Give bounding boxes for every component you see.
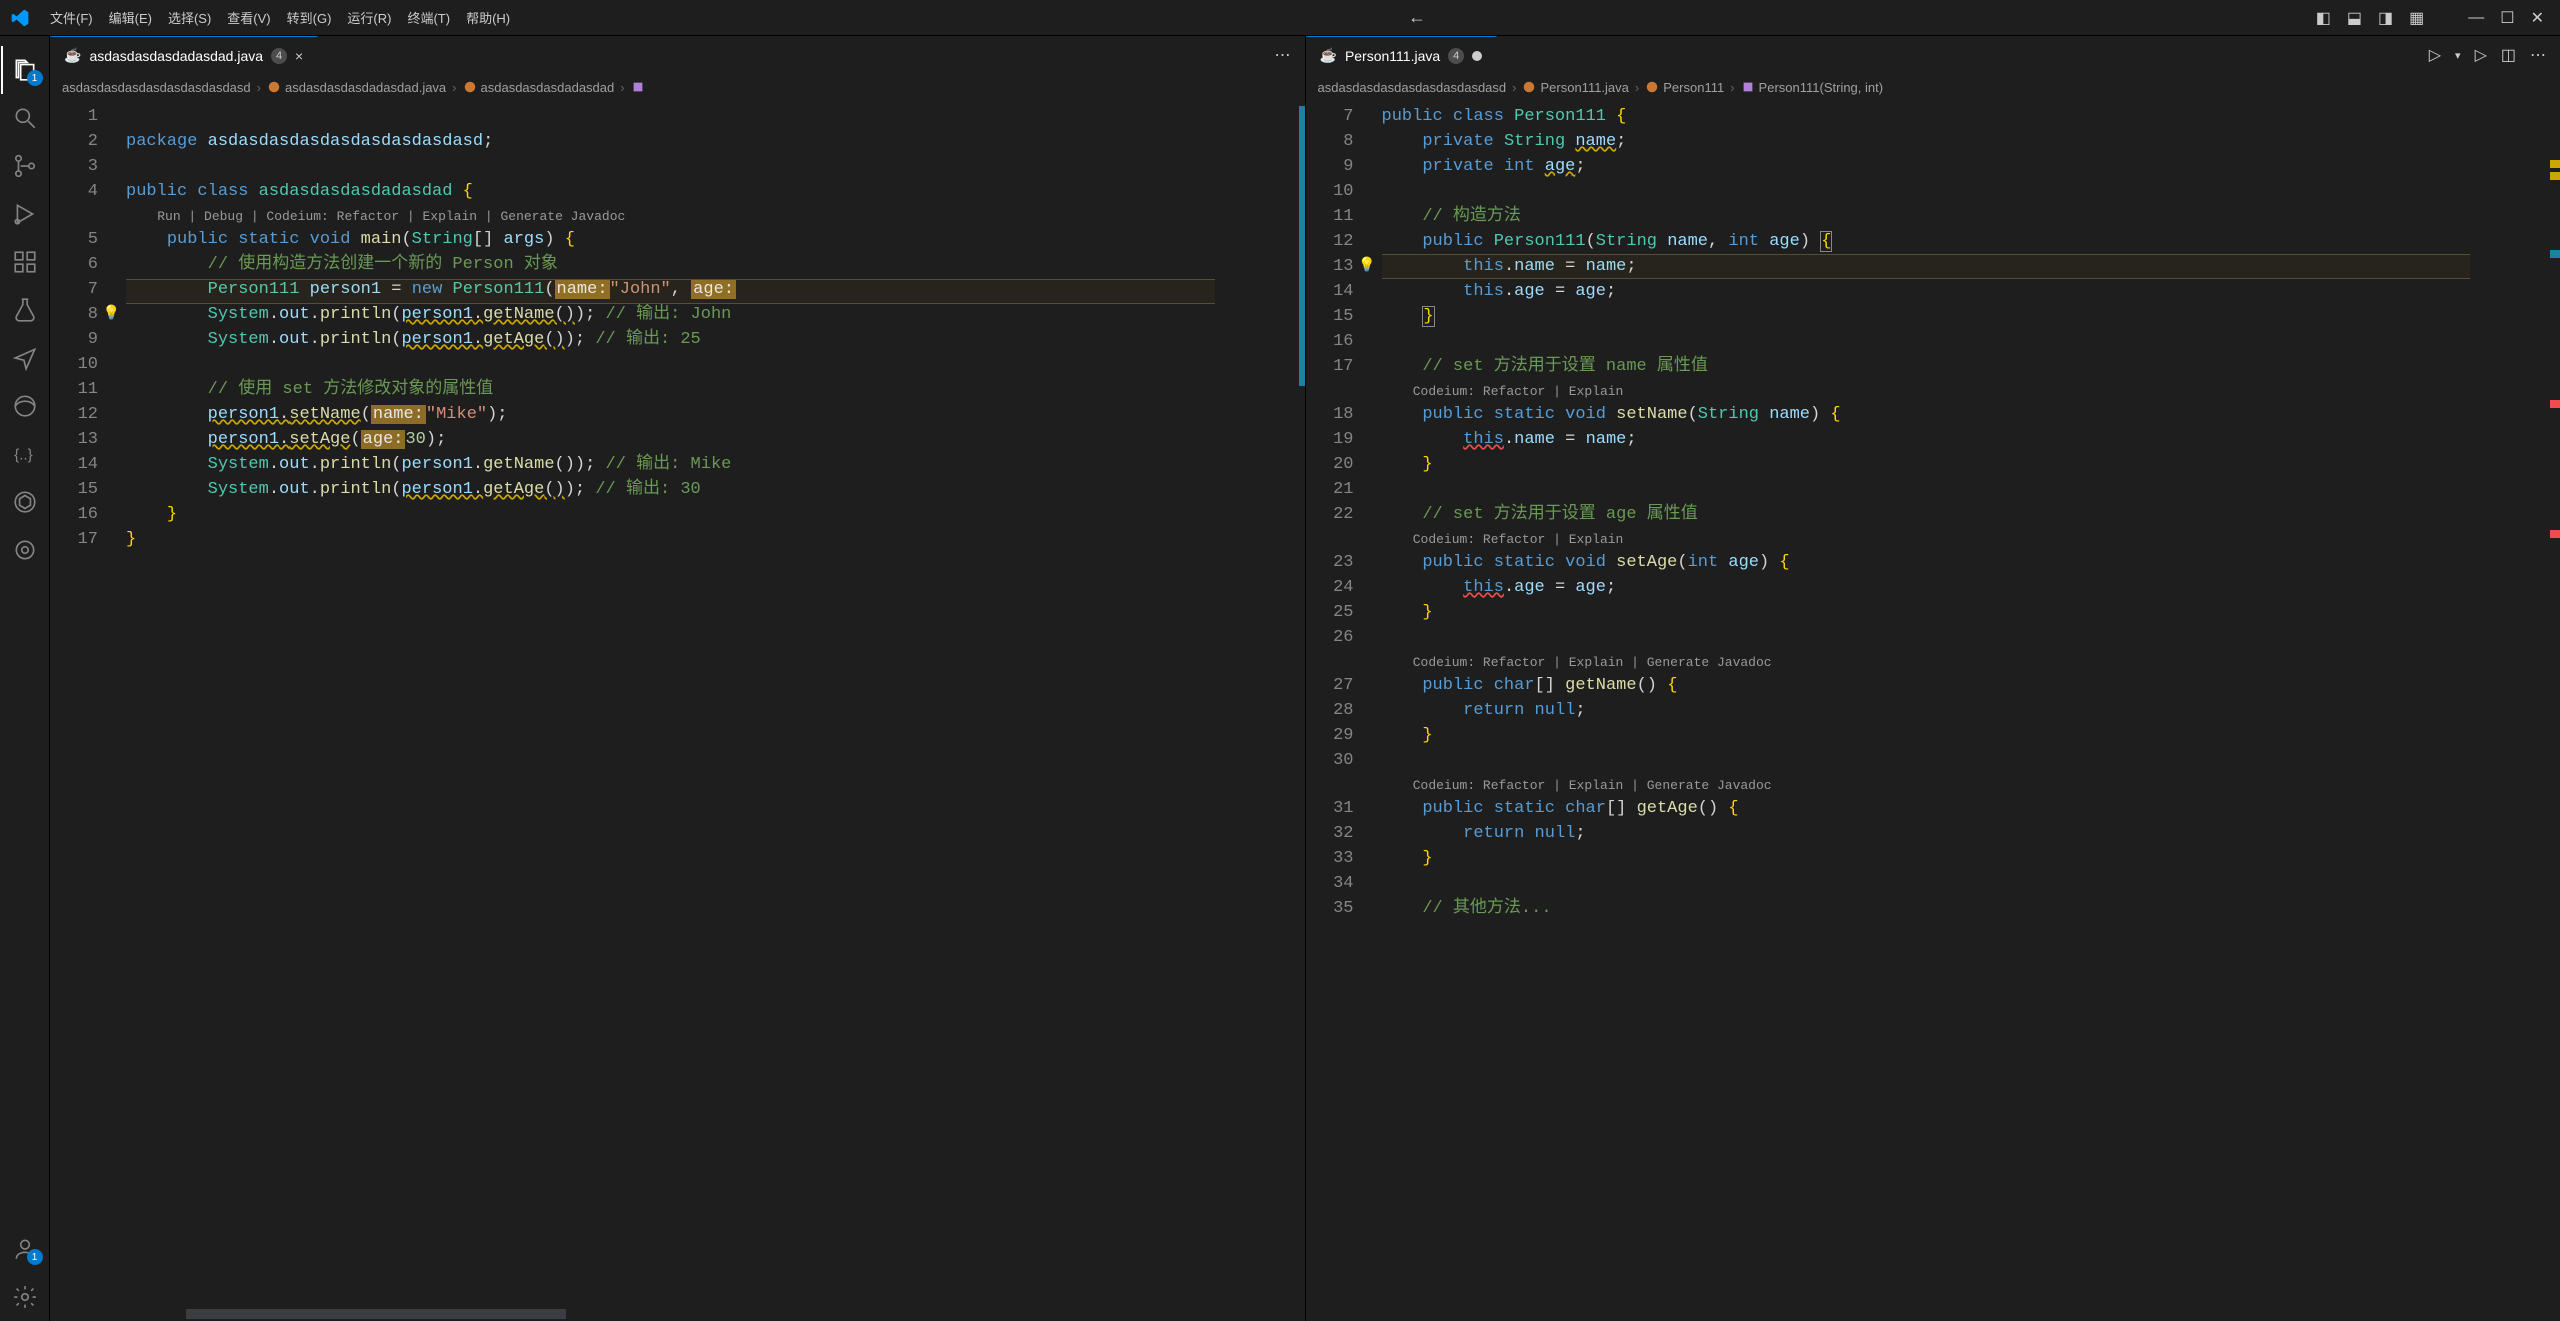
tab-problem-count: 4 (271, 48, 287, 64)
java-file-icon: ☕ (64, 47, 81, 64)
nav-back-icon[interactable]: ← (1388, 7, 1446, 28)
tab-label: asdasdasdasdadasdad.java (89, 48, 263, 64)
crumb-file[interactable]: Person111.java (1522, 80, 1628, 95)
svg-text:{..}: {..} (14, 446, 33, 463)
activity-extensions[interactable] (1, 238, 49, 286)
codelens-codeium[interactable]: Codeium: Refactor | Explain (1413, 384, 1624, 399)
tab-problem-count: 4 (1448, 48, 1464, 64)
layout-customize-icon[interactable]: ▦ (2409, 8, 2424, 28)
activity-explorer[interactable]: 1 (1, 46, 49, 94)
crumb-folder[interactable]: asdasdasdasdasdasdasdasdasd (1318, 80, 1507, 95)
menu-help[interactable]: 帮助(H) (458, 0, 518, 35)
title-bar: 文件(F) 编辑(E) 选择(S) 查看(V) 转到(G) 运行(R) 终端(T… (0, 0, 2560, 36)
crumb-class[interactable]: Person111 (1645, 80, 1724, 95)
crumb-file[interactable]: asdasdasdasdadasdad.java (267, 80, 446, 95)
vscode-logo-icon (8, 6, 32, 30)
chevron-down-icon[interactable]: ▾ (2455, 49, 2461, 62)
layout-panel-right-icon[interactable]: ◨ (2378, 8, 2393, 28)
menu-select[interactable]: 选择(S) (160, 0, 219, 35)
split-editor-icon[interactable]: ◫ (2501, 45, 2516, 65)
activity-source-control[interactable] (1, 142, 49, 190)
code-left[interactable]: package asdasdasdasdasdasdasdasdasd; pub… (126, 100, 1215, 1321)
crumb-class[interactable]: asdasdasdasdadasdad (463, 80, 615, 95)
codelens-codeium[interactable]: Codeium: Refactor | Explain | Generate J… (1413, 778, 1772, 793)
editor-right[interactable]: 78910 11121314 151617 18192021 22 232425… (1306, 100, 2560, 1321)
codelens-run-debug[interactable]: Run | Debug | Codeium: Refactor | Explai… (157, 209, 625, 224)
tabs-left: ☕ asdasdasdasdadasdad.java 4 × ⋯ (50, 36, 1305, 74)
breadcrumb-left[interactable]: asdasdasdasdasdasdasdasdasd › asdasdasda… (50, 74, 1305, 100)
window-maximize[interactable]: ☐ (2500, 8, 2514, 28)
menu-run[interactable]: 运行(R) (339, 0, 399, 35)
minimap-right[interactable] (2470, 100, 2546, 1321)
breadcrumb-right[interactable]: asdasdasdasdasdasdasdasdasd › Person111.… (1306, 74, 2560, 100)
activity-edge-icon[interactable] (1, 382, 49, 430)
account-badge: 1 (27, 1249, 43, 1265)
code-right[interactable]: public class Person111 { private String … (1382, 100, 2471, 1321)
editor-group-left: ☕ asdasdasdasdadasdad.java 4 × ⋯ asdasda… (50, 36, 1306, 1321)
run-icon[interactable]: ▷ (2429, 45, 2441, 65)
close-icon[interactable]: × (295, 48, 303, 64)
dirty-indicator-icon[interactable] (1472, 51, 1482, 61)
menu-file[interactable]: 文件(F) (42, 0, 101, 35)
crumb-method[interactable]: Person111(String, int) (1741, 80, 1884, 95)
codelens-codeium[interactable]: Codeium: Refactor | Explain (1413, 532, 1624, 547)
menu-edit[interactable]: 编辑(E) (101, 0, 160, 35)
editor-group-right: ☕ Person111.java 4 ▷ ▾ ▷ ◫ ⋯ asdasdasdas… (1306, 36, 2560, 1321)
window-minimize[interactable]: ― (2468, 9, 2484, 27)
tab-label: Person111.java (1345, 48, 1440, 64)
activity-testing[interactable] (1, 286, 49, 334)
tab-right-file[interactable]: ☕ Person111.java 4 (1306, 36, 1498, 74)
activity-search[interactable] (1, 94, 49, 142)
more-actions-icon[interactable]: ⋯ (2530, 45, 2546, 65)
explorer-badge: 1 (27, 70, 43, 86)
more-actions-icon[interactable]: ⋯ (1275, 45, 1291, 65)
activity-location-icon[interactable] (1, 334, 49, 382)
activity-run-debug[interactable] (1, 190, 49, 238)
gutter-right: 78910 11121314 151617 18192021 22 232425… (1306, 100, 1382, 1321)
window-close[interactable]: ✕ (2531, 8, 2544, 28)
activity-chatgpt-icon[interactable] (1, 478, 49, 526)
tab-left-file[interactable]: ☕ asdasdasdasdadasdad.java 4 × (50, 36, 318, 74)
activity-bar: 1 {..} (0, 36, 50, 1321)
activity-account[interactable]: 1 (1, 1225, 49, 1273)
overview-ruler-right[interactable] (2546, 100, 2560, 1321)
menu-terminal[interactable]: 终端(T) (399, 0, 458, 35)
activity-json-icon[interactable]: {..} (1, 430, 49, 478)
layout-panel-left-icon[interactable]: ◧ (2316, 8, 2331, 28)
overview-ruler-left[interactable] (1291, 100, 1305, 1321)
codelens-codeium[interactable]: Codeium: Refactor | Explain | Generate J… (1413, 655, 1772, 670)
editor-left[interactable]: 1234 567 8910 111213 14151617 package as… (50, 100, 1305, 1321)
horizontal-scrollbar-left[interactable] (126, 1307, 1215, 1321)
activity-settings[interactable] (1, 1273, 49, 1321)
gutter-left: 1234 567 8910 111213 14151617 (50, 100, 126, 1321)
menu-view[interactable]: 查看(V) (219, 0, 278, 35)
minimap-left[interactable] (1215, 100, 1291, 1321)
crumb-folder[interactable]: asdasdasdasdasdasdasdasdasd (62, 80, 251, 95)
menu-goto[interactable]: 转到(G) (279, 0, 340, 35)
crumb-more[interactable] (631, 80, 645, 94)
tabs-right: ☕ Person111.java 4 ▷ ▾ ▷ ◫ ⋯ (1306, 36, 2560, 74)
layout-panel-bottom-icon[interactable]: ⬓ (2347, 8, 2362, 28)
java-file-icon: ☕ (1320, 47, 1337, 64)
activity-copilot-icon[interactable] (1, 526, 49, 574)
run-outline-icon[interactable]: ▷ (2475, 45, 2487, 65)
